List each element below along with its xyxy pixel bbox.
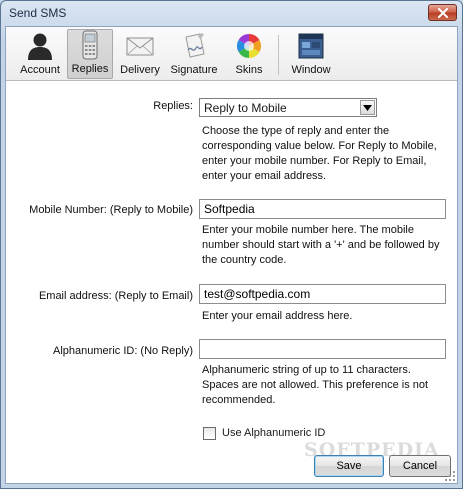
- tab-window[interactable]: Window: [288, 29, 334, 79]
- use-alphanumeric-checkbox-row[interactable]: Use Alphanumeric ID: [203, 426, 325, 440]
- use-alphanumeric-checkbox[interactable]: [203, 426, 216, 440]
- preferences-panel: Account Replies Delivery Signature Skins…: [5, 26, 458, 484]
- replies-select-value: Reply to Mobile: [204, 101, 287, 115]
- resize-grip-icon[interactable]: [444, 470, 456, 482]
- mobile-number-label: Mobile Number: (Reply to Mobile): [29, 204, 193, 216]
- use-alphanumeric-label: Use Alphanumeric ID: [222, 427, 326, 439]
- envelope-icon: [126, 37, 154, 56]
- close-icon: [437, 7, 448, 18]
- chevron-down-icon: [363, 104, 372, 111]
- alphanumeric-id-help-text: Alphanumeric string of up to 11 characte…: [202, 364, 429, 406]
- tab-replies-label: Replies: [71, 63, 109, 75]
- tab-replies[interactable]: Replies: [67, 29, 113, 79]
- tab-account-label: Account: [20, 64, 60, 76]
- tab-signature-label: Signature: [170, 64, 218, 76]
- dropdown-arrow-button[interactable]: [360, 100, 375, 115]
- tab-skins-label: Skins: [235, 64, 263, 76]
- mobile-number-help-text: Enter your mobile number here. The mobil…: [202, 224, 440, 266]
- close-button[interactable]: [428, 4, 457, 21]
- email-help-text: Enter your email address here.: [202, 310, 353, 322]
- send-sms-window: Send SMS Account Replies Delivery Signat…: [0, 0, 463, 489]
- alphanumeric-id-input[interactable]: [199, 339, 446, 359]
- color-wheel-icon: [236, 33, 262, 58]
- save-button[interactable]: Save: [314, 455, 384, 477]
- window-title: Send SMS: [9, 6, 67, 20]
- phone-icon: [82, 30, 98, 60]
- cancel-button[interactable]: Cancel: [389, 455, 451, 477]
- replies-select[interactable]: Reply to Mobile: [199, 98, 377, 117]
- replies-label: Replies:: [153, 100, 193, 112]
- email-label: Email address: (Reply to Email): [38, 290, 193, 302]
- tab-account[interactable]: Account: [16, 29, 64, 79]
- tab-skins[interactable]: Skins: [229, 29, 269, 79]
- alphanumeric-id-label: Alphanumeric ID: (No Reply): [53, 345, 193, 357]
- signature-icon: [185, 33, 205, 58]
- tab-delivery[interactable]: Delivery: [117, 29, 163, 79]
- replies-help-text: Choose the type of reply and enter the c…: [202, 125, 437, 182]
- person-icon: [28, 33, 52, 60]
- tab-signature[interactable]: Signature: [167, 29, 221, 79]
- tab-delivery-label: Delivery: [120, 64, 160, 76]
- mobile-number-input[interactable]: [199, 199, 446, 219]
- window-icon: [298, 33, 324, 59]
- toolbar-separator: [278, 35, 279, 75]
- preferences-toolbar: Account Replies Delivery Signature Skins…: [6, 27, 457, 81]
- email-input[interactable]: [199, 284, 446, 304]
- tab-window-label: Window: [291, 64, 331, 76]
- title-bar[interactable]: Send SMS: [1, 1, 462, 25]
